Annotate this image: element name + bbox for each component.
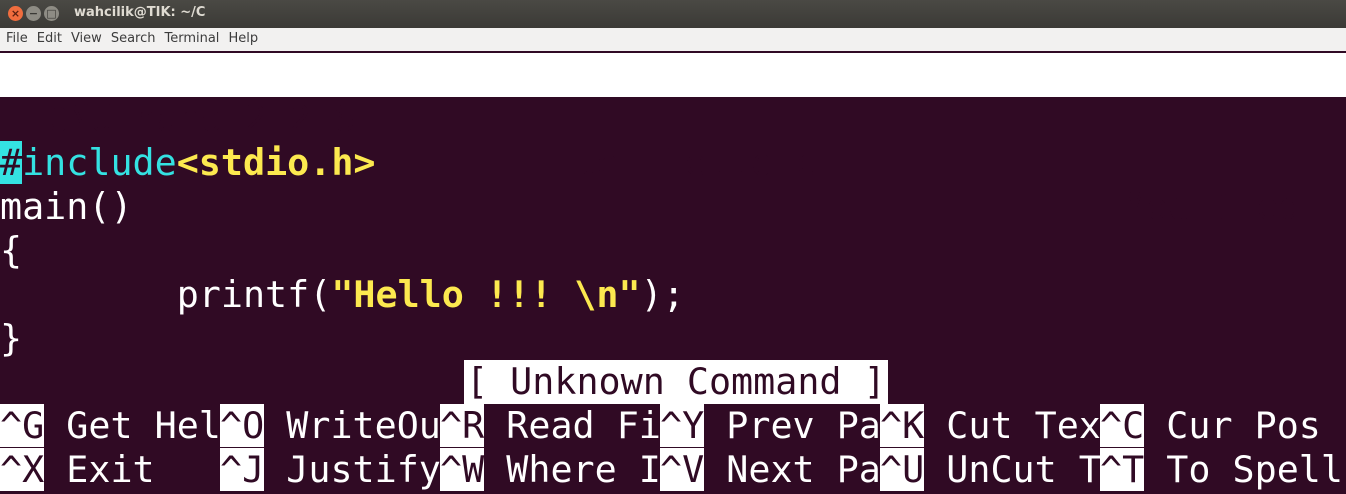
shortcut-label: Exit — [44, 448, 155, 491]
shortcut-key: ^O — [220, 404, 265, 447]
text-cursor: # — [0, 141, 23, 184]
shortcut-key: ^G — [0, 404, 45, 447]
menu-help[interactable]: Help — [222, 28, 261, 51]
code-line-5[interactable]: } — [0, 317, 1346, 361]
printf-call: printf( — [176, 273, 332, 316]
shortcut-label: WriteOu — [264, 404, 441, 447]
shortcut-key: ^W — [440, 448, 485, 491]
shortcut-key: ^C — [1100, 404, 1145, 447]
shortcut-cut-text[interactable]: ^K Cut Tex — [880, 404, 1101, 448]
shortcut-key: ^K — [880, 404, 925, 447]
shortcut-key: ^Y — [660, 404, 705, 447]
shortcut-key: ^X — [0, 448, 45, 491]
close-icon[interactable]: × — [8, 6, 23, 21]
code-line-3[interactable]: { — [0, 229, 1346, 273]
minimize-icon[interactable]: − — [26, 6, 41, 21]
window-titlebar: × − □ wahcilik@TIK: ~/C — [0, 0, 1346, 28]
window-controls: × − □ — [8, 6, 59, 21]
menu-view[interactable]: View — [65, 28, 105, 51]
shortcut-label: Justify — [264, 448, 441, 491]
menu-edit[interactable]: Edit — [31, 28, 65, 51]
shortcut-label: Read Fi — [484, 404, 661, 447]
shortcut-label: Prev Pa — [704, 404, 881, 447]
menu-file[interactable]: File — [0, 28, 31, 51]
shortcut-label: To Spell — [1144, 448, 1343, 491]
string-literal: "Hello !!! \n" — [331, 273, 641, 316]
shortcut-label: Cut Tex — [924, 404, 1101, 447]
nano-version: GNU nano 2.2.6 — [46, 97, 356, 140]
shortcut-label: Where I — [484, 448, 661, 491]
shortcut-read-file[interactable]: ^R Read Fi — [440, 404, 661, 448]
shortcut-label: Next Pa — [704, 448, 881, 491]
include-header: <stdio.h> — [176, 141, 376, 184]
shortcut-key: ^V — [660, 448, 705, 491]
nano-header: GNU nano 2.2.6 File: Hello.c Modified — [0, 53, 1346, 228]
shortcut-where-is[interactable]: ^W Where I — [440, 448, 661, 492]
menu-terminal[interactable]: Terminal — [158, 28, 222, 51]
terminal-area[interactable]: GNU nano 2.2.6 File: Hello.c Modified #i… — [0, 51, 1346, 494]
shortcut-prev-page[interactable]: ^Y Prev Pa — [660, 404, 881, 448]
window-title: wahcilik@TIK: ~/C — [74, 5, 206, 20]
code-line-4[interactable]: printf("Hello !!! \n"); — [0, 273, 1346, 317]
shortcut-cur-pos[interactable]: ^C Cur Pos — [1100, 404, 1321, 448]
shortcut-to-spell[interactable]: ^T To Spell — [1100, 448, 1343, 492]
shortcut-label: UnCut T — [924, 448, 1101, 491]
shortcut-uncut-text[interactable]: ^U UnCut T — [880, 448, 1101, 492]
menu-search[interactable]: Search — [105, 28, 159, 51]
status-message: [ Unknown Command ] — [464, 360, 888, 404]
shortcut-key: ^U — [880, 448, 925, 491]
statement-end: ); — [640, 273, 685, 316]
include-keyword: include — [22, 141, 177, 184]
maximize-icon[interactable]: □ — [44, 6, 59, 21]
shortcut-key: ^T — [1100, 448, 1145, 491]
menu-bar: File Edit View Search Terminal Help — [0, 28, 1346, 51]
shortcut-write-out[interactable]: ^O WriteOu — [220, 404, 441, 448]
shortcut-next-page[interactable]: ^V Next Pa — [660, 448, 881, 492]
shortcut-justify[interactable]: ^J Justify — [220, 448, 441, 492]
code-line-2[interactable]: main() — [0, 185, 1346, 229]
shortcut-label: Cur Pos — [1144, 404, 1321, 447]
shortcut-key: ^J — [220, 448, 265, 491]
shortcut-label: Get Hel — [44, 404, 221, 447]
shortcut-get-help[interactable]: ^G Get Hel — [0, 404, 221, 448]
code-line-1[interactable]: #include<stdio.h> — [0, 141, 1346, 185]
shortcut-exit[interactable]: ^X Exit — [0, 448, 155, 492]
shortcut-key: ^R — [440, 404, 485, 447]
